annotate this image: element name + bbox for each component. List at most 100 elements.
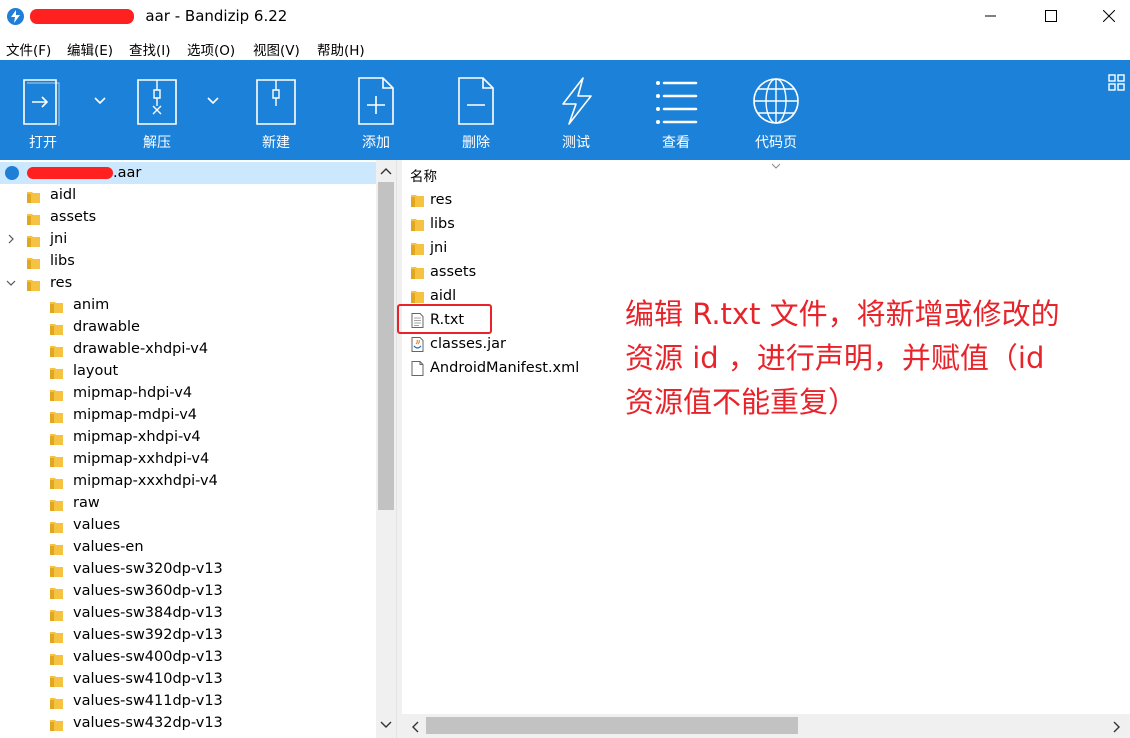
list-item-label: AndroidManifest.xml <box>430 360 580 376</box>
delete-file-icon <box>458 77 494 125</box>
tree-item-label: mipmap-mdpi-v4 <box>73 407 198 423</box>
minimize-button[interactable] <box>968 0 1014 33</box>
extract-icon <box>137 79 177 125</box>
list-item-label: libs <box>430 216 455 232</box>
open-dropdown-chevron-icon[interactable] <box>93 96 107 106</box>
folder-icon <box>50 717 63 731</box>
delete-button[interactable]: 删除 <box>436 60 516 160</box>
menu-file[interactable]: 文件(F) <box>6 39 51 59</box>
scroll-up-chevron-icon[interactable] <box>380 166 392 176</box>
menu-bar: 文件(F) 编辑(E) 查找(I) 选项(O) 视图(V) 帮助(H) <box>0 36 1130 60</box>
list-item-label: assets <box>430 264 477 280</box>
list-item-label: classes.jar <box>430 336 506 352</box>
scroll-left-chevron-icon[interactable] <box>410 721 420 733</box>
new-archive-icon <box>256 79 296 125</box>
tree-item[interactable]: values-en <box>0 536 376 558</box>
tree-item[interactable]: drawable-xhdpi-v4 <box>0 338 376 360</box>
collapse-chevron-icon[interactable] <box>6 278 16 288</box>
menu-view[interactable]: 视图(V) <box>253 39 300 59</box>
folder-icon <box>27 233 40 247</box>
sort-chevron-icon <box>771 163 781 169</box>
tree-item-label: mipmap-hdpi-v4 <box>73 385 193 401</box>
folder-icon <box>50 431 63 445</box>
menu-help[interactable]: 帮助(H) <box>317 39 365 59</box>
menu-options[interactable]: 选项(O) <box>187 39 235 59</box>
close-button[interactable] <box>1086 0 1130 33</box>
extract-label: 解压 <box>143 135 171 151</box>
tree-item[interactable]: mipmap-xxhdpi-v4 <box>0 448 376 470</box>
tree-item[interactable]: drawable <box>0 316 376 338</box>
tree-item-label: assets <box>50 209 97 225</box>
extract-dropdown-chevron-icon[interactable] <box>206 96 220 106</box>
tree-item[interactable]: assets <box>0 206 376 228</box>
layout-toggle-icon[interactable] <box>1108 74 1126 92</box>
menu-find[interactable]: 查找(I) <box>129 39 171 59</box>
tree-item-label: values-sw410dp-v13 <box>73 671 223 687</box>
codepage-button[interactable]: 代码页 <box>736 60 816 160</box>
delete-label: 删除 <box>462 135 490 151</box>
scrollbar-thumb[interactable] <box>426 717 798 734</box>
folder-icon <box>27 189 40 203</box>
add-button[interactable]: 添加 <box>336 60 416 160</box>
tree-item[interactable]: values-sw410dp-v13 <box>0 668 376 690</box>
list-horizontal-scrollbar[interactable] <box>402 714 1130 738</box>
add-label: 添加 <box>362 135 390 151</box>
folder-icon <box>50 651 63 665</box>
folder-icon <box>50 475 63 489</box>
tree-item-label: aidl <box>50 187 77 203</box>
view-button[interactable]: 查看 <box>636 60 716 160</box>
tree-item[interactable]: raw <box>0 492 376 514</box>
maximize-button[interactable] <box>1028 0 1074 33</box>
open-button[interactable]: 打开 <box>3 60 83 160</box>
tree-root-item[interactable]: .aar <box>0 162 376 184</box>
archive-icon <box>5 166 19 180</box>
test-label: 测试 <box>562 135 590 151</box>
tree-item[interactable]: values <box>0 514 376 536</box>
new-button[interactable]: 新建 <box>236 60 316 160</box>
annotation-text: 编辑 R.txt 文件，将新增或修改的 资源 id ，进行声明，并赋值（id 资… <box>625 292 1125 424</box>
scroll-right-chevron-icon[interactable] <box>1112 721 1122 733</box>
list-item-label: res <box>430 192 453 208</box>
folder-icon <box>410 193 425 208</box>
bandizip-app-icon <box>7 8 24 25</box>
tree-item[interactable]: values-sw320dp-v13 <box>0 558 376 580</box>
tree-item[interactable]: values-sw360dp-v13 <box>0 580 376 602</box>
test-button[interactable]: 测试 <box>536 60 616 160</box>
tree-item[interactable]: values-sw400dp-v13 <box>0 646 376 668</box>
column-header-name[interactable]: 名称 <box>410 165 437 185</box>
tree-item[interactable]: values-sw411dp-v13 <box>0 690 376 712</box>
tree-item[interactable]: values-sw432dp-v13 <box>0 712 376 734</box>
folder-icon <box>50 409 63 423</box>
globe-icon <box>753 78 799 124</box>
folder-icon <box>50 365 63 379</box>
tree-item[interactable]: mipmap-xhdpi-v4 <box>0 426 376 448</box>
tree-item-label: drawable <box>73 319 140 335</box>
tree-item[interactable]: values-sw392dp-v13 <box>0 624 376 646</box>
jar-file-icon <box>410 337 425 352</box>
annotation-line: 编辑 R.txt 文件，将新增或修改的 <box>625 297 1060 331</box>
tree-item[interactable]: layout <box>0 360 376 382</box>
tree-item[interactable]: anim <box>0 294 376 316</box>
highlight-box <box>397 304 492 334</box>
title-bar: xxxxxxxxxxxxxaar - Bandizip 6.22 <box>0 0 1130 33</box>
tree-item[interactable]: mipmap-mdpi-v4 <box>0 404 376 426</box>
tree-item[interactable]: mipmap-hdpi-v4 <box>0 382 376 404</box>
folder-icon <box>50 607 63 621</box>
tree-item-label: anim <box>73 297 110 313</box>
scroll-down-chevron-icon[interactable] <box>380 720 392 730</box>
open-icon <box>23 79 60 126</box>
folder-icon <box>410 217 425 232</box>
tree-item[interactable]: mipmap-xxxhdpi-v4 <box>0 470 376 492</box>
tree-item[interactable]: libs <box>0 250 376 272</box>
tree-item[interactable]: jni <box>0 228 376 250</box>
tree-scrollbar[interactable] <box>376 160 396 738</box>
menu-edit[interactable]: 编辑(E) <box>67 39 113 59</box>
tree-item-label: values-sw432dp-v13 <box>73 715 223 731</box>
window-title: xxxxxxxxxxxxxaar - Bandizip 6.22 <box>145 7 288 25</box>
extract-button[interactable]: 解压 <box>117 60 197 160</box>
tree-item[interactable]: res <box>0 272 376 294</box>
scrollbar-thumb[interactable] <box>378 182 394 510</box>
tree-item[interactable]: values-sw384dp-v13 <box>0 602 376 624</box>
tree-item[interactable]: aidl <box>0 184 376 206</box>
expand-chevron-icon[interactable] <box>6 234 16 244</box>
